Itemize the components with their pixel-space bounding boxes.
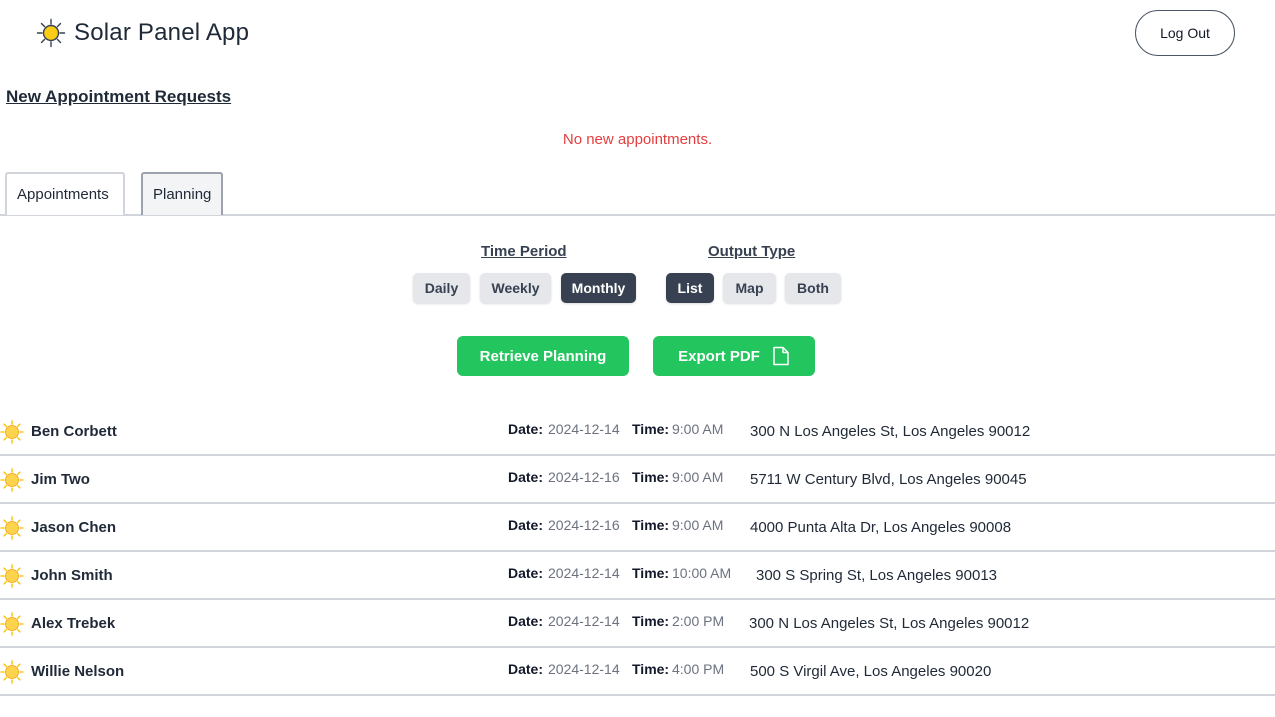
customer-name: Jason Chen [31, 519, 117, 536]
export-pdf-button[interactable]: Export PDF [653, 336, 815, 376]
customer-name: Ben Corbett [31, 423, 117, 440]
time-value: 4:00 PM [672, 661, 725, 677]
time-value: 9:00 AM [672, 421, 724, 437]
list-button[interactable]: List [666, 273, 714, 303]
address: 300 N Los Angeles St, Los Angeles 90012 [749, 615, 1030, 632]
customer-name: John Smith [31, 567, 113, 584]
map-button[interactable]: Map [723, 273, 776, 303]
date-value: 2024-12-16 [548, 469, 620, 485]
appointment-row[interactable]: Jason Chen Date: 2024-12-16 Time: 9:00 AM 400… [0, 504, 1275, 552]
logout-button[interactable]: Log Out [1135, 10, 1235, 56]
time-label: Time: [632, 421, 670, 437]
date-label: Date: [508, 565, 544, 581]
time-label: Time: [632, 613, 670, 629]
app-title: Solar Panel App [74, 19, 250, 46]
tab-planning[interactable]: Planning [141, 172, 223, 215]
date-label: Date: [508, 661, 544, 677]
export-pdf-label: Export PDF [678, 347, 760, 365]
monthly-button[interactable]: Monthly [561, 273, 636, 303]
weekly-button[interactable]: Weekly [480, 273, 551, 303]
time-label: Time: [632, 517, 670, 533]
app-brand: Solar Panel App [36, 18, 249, 48]
time-period-label: Time Period [481, 243, 567, 260]
address: 300 N Los Angeles St, Los Angeles 90012 [750, 423, 1031, 440]
time-value: 10:00 AM [672, 565, 732, 581]
time-value: 2:00 PM [672, 613, 725, 629]
date-value: 2024-12-14 [548, 613, 620, 629]
sun-icon [0, 660, 24, 684]
empty-requests-message: No new appointments. [562, 131, 713, 148]
sun-icon [0, 420, 24, 444]
sun-icon [0, 564, 24, 588]
appointment-row[interactable]: Willie Nelson Date: 2024-12-14 Time: 4:00 PM… [0, 648, 1275, 696]
time-label: Time: [632, 661, 670, 677]
address: 5711 W Century Blvd, Los Angeles 90045 [750, 471, 1027, 488]
appointment-list: Ben Corbett Date: 2024-12-14 Time: 9:00 AM 30… [0, 408, 1275, 696]
date-value: 2024-12-16 [548, 517, 620, 533]
sun-icon [36, 18, 66, 48]
time-label: Time: [632, 469, 670, 485]
sun-icon [0, 612, 24, 636]
date-label: Date: [508, 421, 544, 437]
customer-name: Jim Two [31, 471, 90, 488]
appointment-row[interactable]: Alex Trebek Date: 2024-12-14 Time: 2:00 PM 30… [0, 600, 1275, 648]
customer-name: Alex Trebek [31, 615, 116, 632]
date-value: 2024-12-14 [548, 421, 620, 437]
appointment-row[interactable]: Ben Corbett Date: 2024-12-14 Time: 9:00 AM 30… [0, 408, 1275, 456]
new-requests-heading: New Appointment Requests [6, 87, 232, 106]
customer-name: Willie Nelson [31, 663, 125, 680]
sun-icon [0, 468, 24, 492]
date-label: Date: [508, 469, 544, 485]
time-label: Time: [632, 565, 670, 581]
app-header: Solar Panel App Log Out [0, 0, 1275, 70]
address: 300 S Spring St, Los Angeles 90013 [756, 567, 998, 584]
address: 4000 Punta Alta Dr, Los Angeles 90008 [750, 519, 1012, 536]
date-value: 2024-12-14 [548, 565, 620, 581]
appointment-row[interactable]: John Smith Date: 2024-12-14 Time: 10:00 AM 30… [0, 552, 1275, 600]
document-icon [773, 346, 789, 366]
tab-appointments[interactable]: Appointments [5, 172, 125, 215]
retrieve-planning-label: Retrieve Planning [479, 347, 607, 365]
tab-bar: Appointments Planning [0, 172, 1275, 216]
date-label: Date: [508, 613, 544, 629]
daily-button[interactable]: Daily [413, 273, 470, 303]
appointment-row[interactable]: Jim Two Date: 2024-12-16 Time: 9:00 AM 5711 W… [0, 456, 1275, 504]
date-value: 2024-12-14 [548, 661, 620, 677]
retrieve-planning-button[interactable]: Retrieve Planning [457, 336, 629, 376]
sun-icon [0, 516, 24, 540]
output-type-label: Output Type [708, 243, 796, 260]
date-label: Date: [508, 517, 544, 533]
address: 500 S Virgil Ave, Los Angeles 90020 [750, 663, 992, 680]
time-value: 9:00 AM [672, 469, 724, 485]
time-value: 9:00 AM [672, 517, 724, 533]
both-button[interactable]: Both [785, 273, 841, 303]
